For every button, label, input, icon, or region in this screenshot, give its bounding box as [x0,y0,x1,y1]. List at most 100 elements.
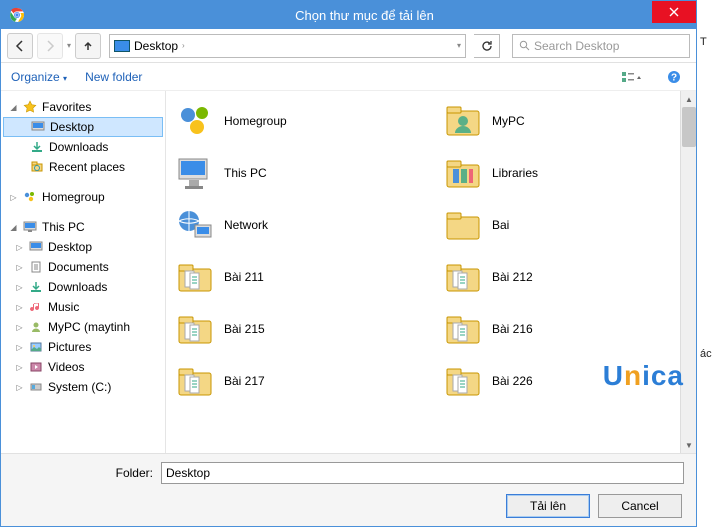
expand-icon[interactable]: ▷ [15,383,24,392]
list-item[interactable]: MyPC [438,95,696,147]
refresh-button[interactable] [474,34,500,58]
toolbar: Organize ▾ New folder ? [1,63,696,91]
list-item[interactable]: Bài 217 [170,355,428,407]
list-item[interactable]: Bài 216 [438,303,696,355]
thispc-section[interactable]: ◢ This PC [3,217,163,237]
expand-icon[interactable]: ▷ [15,363,24,372]
sidebar-item-music[interactable]: ▷Music [3,297,163,317]
list-item[interactable]: Libraries [438,147,696,199]
expand-icon[interactable]: ▷ [15,263,24,272]
item-icon [28,259,44,275]
sidebar-item-desktop[interactable]: Desktop [3,117,163,137]
expand-icon[interactable]: ▷ [15,323,24,332]
item-icon [28,339,44,355]
breadcrumb[interactable]: Desktop › ▾ [109,34,466,58]
folder-icon [442,204,484,246]
folder-icon [29,159,45,175]
libraries-icon [442,152,484,194]
folder-label: Folder: [13,466,153,480]
folder-docs-icon [174,360,216,402]
item-icon [28,239,44,255]
background-text: T ác [700,36,712,360]
expand-icon[interactable]: ▷ [9,193,18,202]
titlebar[interactable]: Chọn thư mục để tải lên [1,1,696,29]
search-placeholder: Search Desktop [534,39,619,53]
expand-icon[interactable]: ▷ [15,243,24,252]
nav-bar: ▾ Desktop › ▾ Search Desktop [1,29,696,63]
item-icon [28,359,44,375]
expand-icon[interactable]: ▷ [15,283,24,292]
scroll-up-icon[interactable]: ▲ [681,91,696,107]
scrollbar[interactable]: ▲ ▼ [680,91,696,453]
homegroup-icon [22,189,38,205]
sidebar-item-system-c-[interactable]: ▷System (C:) [3,377,163,397]
sidebar-item-mypc-maytinh[interactable]: ▷MyPC (maytinh [3,317,163,337]
sidebar-item-documents[interactable]: ▷Documents [3,257,163,277]
recent-dropdown-icon[interactable]: ▾ [67,41,71,50]
folder-icon [29,139,45,155]
sidebar-item-downloads[interactable]: ▷Downloads [3,277,163,297]
sidebar-item-videos[interactable]: ▷Videos [3,357,163,377]
folder-docs-icon [442,256,484,298]
upload-button[interactable]: Tải lên [506,494,590,518]
favorites-section[interactable]: ◢ Favorites [3,97,163,117]
star-icon [22,99,38,115]
pc-icon [22,219,38,235]
search-icon [519,40,530,51]
folder-docs-icon [442,308,484,350]
window-title: Chọn thư mục để tải lên [33,8,696,23]
file-list: HomegroupMyPCThis PCLibrariesNetworkBaiB… [166,91,696,453]
scroll-thumb[interactable] [682,107,696,147]
list-item[interactable]: Bài 226 [438,355,696,407]
sidebar-item-desktop[interactable]: ▷Desktop [3,237,163,257]
list-item[interactable]: Bài 212 [438,251,696,303]
sidebar-item-recent-places[interactable]: Recent places [3,157,163,177]
back-button[interactable] [7,33,33,59]
dialog-body: ◢ Favorites DesktopDownloadsRecent place… [1,91,696,453]
scroll-down-icon[interactable]: ▼ [681,437,696,453]
sidebar-item-pictures[interactable]: ▷Pictures [3,337,163,357]
chrome-icon [9,7,25,23]
new-folder-button[interactable]: New folder [85,70,142,84]
collapse-icon[interactable]: ◢ [9,223,18,232]
network-icon [174,204,216,246]
search-input[interactable]: Search Desktop [512,34,690,58]
file-dialog: Chọn thư mục để tải lên ▾ Desktop › ▾ Se… [0,0,697,527]
sidebar-item-downloads[interactable]: Downloads [3,137,163,157]
expand-icon[interactable]: ▷ [15,343,24,352]
list-item[interactable]: Homegroup [170,95,428,147]
folder-docs-icon [174,256,216,298]
close-button[interactable] [652,1,696,23]
item-icon [28,279,44,295]
item-icon [28,379,44,395]
list-item[interactable]: Bai [438,199,696,251]
item-icon [28,319,44,335]
dialog-footer: Folder: Tải lên Cancel [1,453,696,526]
pc-icon [174,152,216,194]
organize-menu[interactable]: Organize ▾ [11,70,67,84]
folder-docs-icon [174,308,216,350]
list-item[interactable]: Network [170,199,428,251]
homegroup-section[interactable]: ▷ Homegroup [3,187,163,207]
user-icon [442,100,484,142]
list-item[interactable]: This PC [170,147,428,199]
folder-input[interactable] [161,462,684,484]
collapse-icon[interactable]: ◢ [9,103,18,112]
cancel-button[interactable]: Cancel [598,494,682,518]
up-button[interactable] [75,33,101,59]
help-button[interactable]: ? [662,66,686,88]
chevron-right-icon: › [182,41,185,50]
chevron-down-icon[interactable]: ▾ [457,41,461,50]
list-item[interactable]: Bài 211 [170,251,428,303]
breadcrumb-location: Desktop [134,39,178,53]
homegroup-icon [174,100,216,142]
folder-docs-icon [442,360,484,402]
forward-button[interactable] [37,33,63,59]
list-item[interactable]: Bài 215 [170,303,428,355]
svg-text:?: ? [671,72,677,83]
navigation-pane: ◢ Favorites DesktopDownloadsRecent place… [1,91,166,453]
folder-icon [30,119,46,135]
expand-icon[interactable]: ▷ [15,303,24,312]
view-options-button[interactable] [620,66,644,88]
monitor-icon [114,40,130,52]
